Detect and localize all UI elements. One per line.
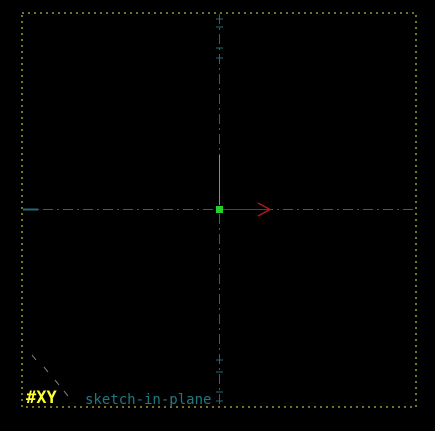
origin-marker[interactable] bbox=[216, 206, 223, 213]
direction-arrow-icon bbox=[224, 202, 272, 217]
sketch-canvas[interactable] bbox=[0, 0, 435, 427]
plane-label: #XY bbox=[26, 388, 57, 408]
sketch-viewport[interactable]: #XY sketch-in-plane bbox=[0, 0, 435, 427]
mode-label: sketch-in-plane bbox=[85, 392, 212, 408]
